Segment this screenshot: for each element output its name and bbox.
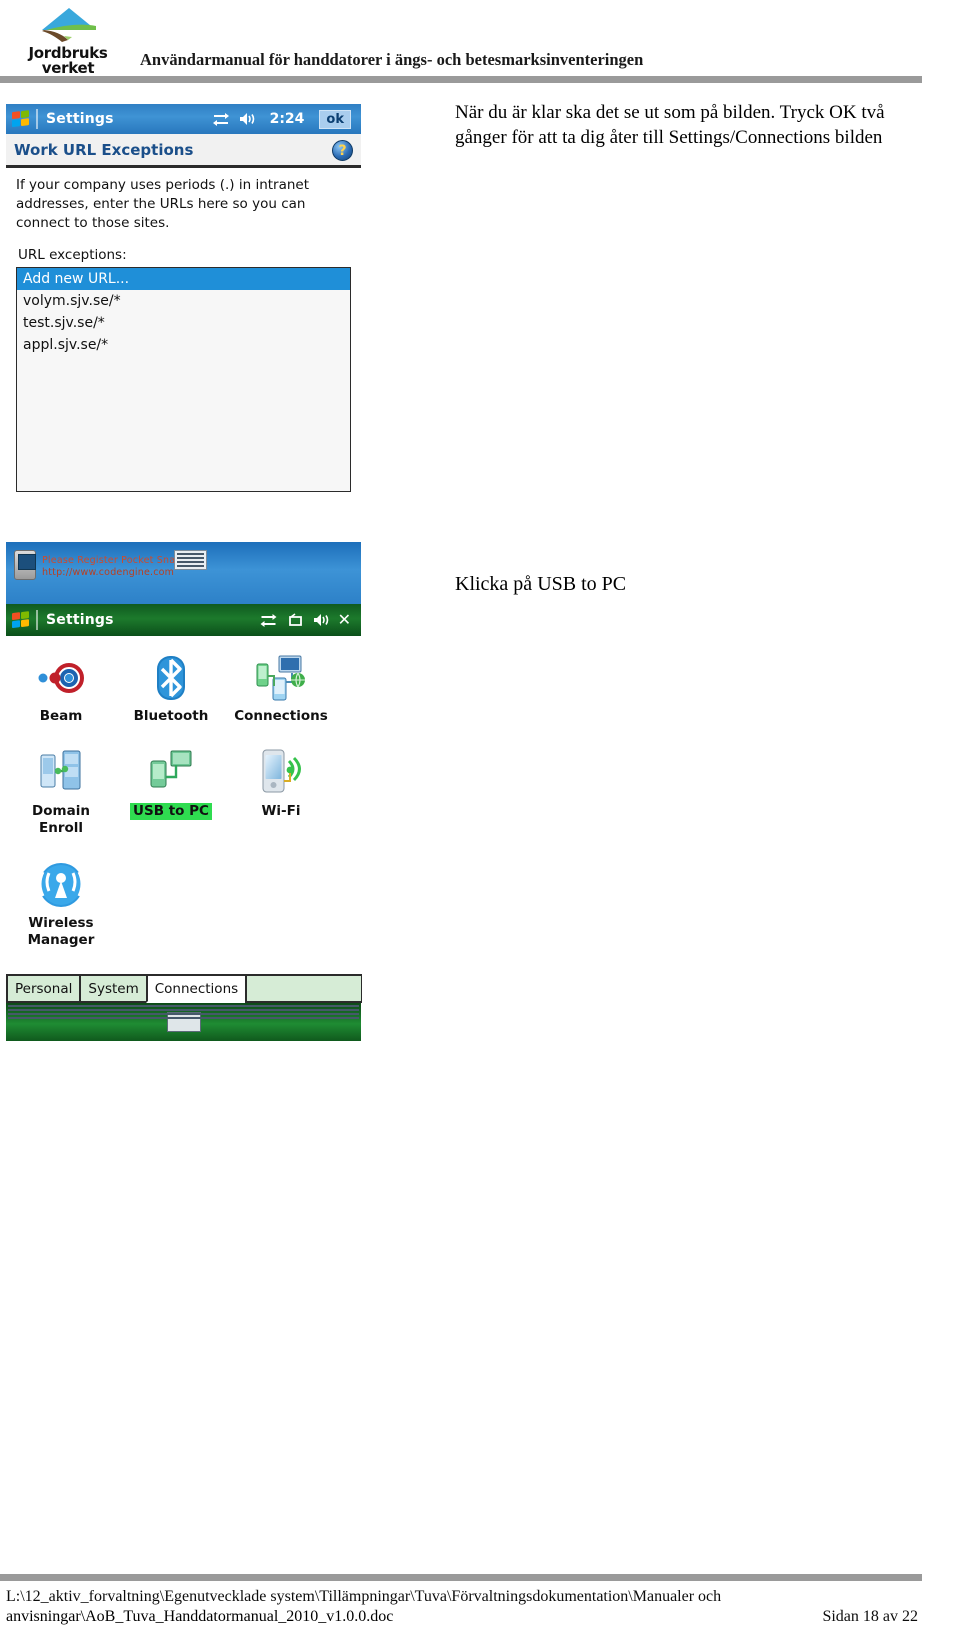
- explanatory-text: If your company uses periods (.) in intr…: [16, 177, 310, 231]
- ok-button[interactable]: ok: [319, 109, 351, 129]
- footer-divider: [0, 1574, 922, 1581]
- footer-page-line: anvisningar\AoB_Tuva_Handdatormanual_201…: [6, 1608, 918, 1626]
- list-item[interactable]: test.sjv.se/*: [17, 312, 350, 334]
- pda-titlebar: Settings ✕: [6, 604, 361, 636]
- settings-item-domain-enroll[interactable]: Domain Enroll: [6, 741, 116, 839]
- titlebar-app-title: Settings: [46, 612, 114, 628]
- start-button[interactable]: [6, 605, 36, 635]
- bluetooth-icon: [157, 656, 185, 700]
- logo-text-line2: verket: [41, 59, 95, 77]
- help-question-icon[interactable]: ?: [332, 140, 353, 161]
- settings-item-usb-to-pc[interactable]: USB to PC: [116, 741, 226, 839]
- list-item[interactable]: volym.sjv.se/*: [17, 290, 350, 312]
- header-divider: [0, 76, 922, 83]
- tab-bar-filler: [245, 974, 362, 1003]
- settings-body: If your company uses periods (.) in intr…: [6, 168, 361, 492]
- settings-item-bluetooth[interactable]: Bluetooth: [116, 646, 226, 727]
- icon-grid-row: Domain Enroll USB to PC Wi-Fi: [6, 741, 361, 839]
- titlebar-icon-tray: ✕: [259, 612, 361, 628]
- instruction-text-1: När du är klar ska det se ut som på bild…: [455, 102, 885, 148]
- beam-icon: [38, 663, 84, 693]
- settings-page-title: Work URL Exceptions: [14, 140, 194, 159]
- settings-icon-grid: Beam Bluetooth Connections Domain Enroll…: [6, 636, 361, 981]
- settings-item-label: Wireless Manager: [27, 915, 95, 948]
- settings-item-label: Beam: [39, 708, 83, 724]
- connectivity-icon[interactable]: [259, 613, 278, 627]
- settings-item-label: USB to PC: [130, 803, 212, 820]
- windows-flag-icon: [11, 109, 31, 128]
- titlebar-app-title: Settings: [46, 111, 114, 127]
- tab-system[interactable]: System: [79, 974, 147, 1003]
- connectivity-icon[interactable]: [212, 112, 230, 126]
- list-item[interactable]: Add new URL...: [17, 268, 350, 290]
- sip-input-panel-bar: [6, 1003, 361, 1041]
- wireless-manager-icon: [38, 863, 84, 907]
- wifi-icon: [262, 749, 301, 793]
- titlebar-divider: [36, 109, 38, 129]
- settings-item-label: Connections: [234, 708, 328, 724]
- jordbruksverket-logo: Jordbruks verket: [8, 4, 128, 77]
- footer-file-path-cont: anvisningar\AoB_Tuva_Handdatormanual_201…: [6, 1608, 394, 1625]
- document-footer: L:\12_aktiv_forvaltning\Egenutvecklade s…: [6, 1586, 956, 1626]
- connections-icon: [256, 655, 305, 701]
- keyboard-icon: [174, 550, 207, 570]
- close-icon[interactable]: ✕: [338, 612, 355, 628]
- instruction-text-2: Klicka på USB to PC: [455, 573, 627, 595]
- start-button[interactable]: [6, 104, 36, 134]
- settings-tab-bar: Personal System Connections: [6, 974, 362, 1003]
- rotate-screen-icon[interactable]: [287, 612, 304, 628]
- footer-file-path: L:\12_aktiv_forvaltning\Egenutvecklade s…: [6, 1588, 722, 1605]
- domain-enroll-icon: [40, 750, 81, 790]
- speaker-icon[interactable]: [239, 112, 255, 126]
- watermark-line2: http://www.codengine.com: [42, 567, 175, 578]
- url-exceptions-listbox[interactable]: Add new URL... volym.sjv.se/* test.sjv.s…: [16, 267, 351, 492]
- speaker-icon[interactable]: [313, 613, 329, 627]
- windows-flag-icon: [11, 610, 31, 629]
- settings-item-label: Domain Enroll: [32, 803, 90, 836]
- screenshot-settings-connections: Settings ✕ Beam Bluetooth Connections Do…: [6, 604, 362, 1041]
- page-title: Användarmanual för handdatorer i ängs- o…: [140, 50, 644, 69]
- tab-personal[interactable]: Personal: [6, 974, 81, 1003]
- settings-item-connections[interactable]: Connections: [226, 646, 336, 727]
- keyboard-icon[interactable]: [8, 1005, 359, 1032]
- footer-page-number: Sidan 18 av 22: [822, 1608, 918, 1625]
- settings-item-wireless-manager[interactable]: Wireless Manager: [6, 853, 116, 951]
- list-item[interactable]: appl.sjv.se/*: [17, 334, 350, 356]
- icon-grid-row: Beam Bluetooth Connections: [6, 646, 361, 727]
- pda-titlebar: Settings 2:24 ok: [6, 104, 361, 134]
- pda-device-icon: [14, 550, 36, 580]
- pocket-snapshot-watermark: Please Register Pocket Snapshot http://w…: [6, 542, 361, 604]
- icon-grid-row: Wireless Manager: [6, 853, 361, 951]
- tab-connections[interactable]: Connections: [145, 974, 247, 1003]
- settings-item-beam[interactable]: Beam: [6, 646, 116, 727]
- settings-item-wifi[interactable]: Wi-Fi: [226, 741, 336, 839]
- titlebar-divider: [36, 610, 38, 630]
- usb-to-pc-icon: [150, 750, 192, 788]
- screenshot-work-url-exceptions: Settings 2:24 ok Work URL Exceptions ? I…: [6, 104, 361, 522]
- titlebar-icon-tray: 2:24 ok: [212, 109, 361, 129]
- page-header-bar: Work URL Exceptions ?: [6, 134, 361, 168]
- settings-item-label: Bluetooth: [133, 708, 209, 724]
- url-exceptions-label: URL exceptions:: [18, 247, 127, 263]
- settings-item-label: Wi-Fi: [261, 803, 301, 819]
- document-header: Jordbruks verket Användarmanual för hand…: [0, 0, 960, 88]
- jordbruksverket-logo-icon: [42, 8, 96, 42]
- clock-label: 2:24: [269, 111, 305, 127]
